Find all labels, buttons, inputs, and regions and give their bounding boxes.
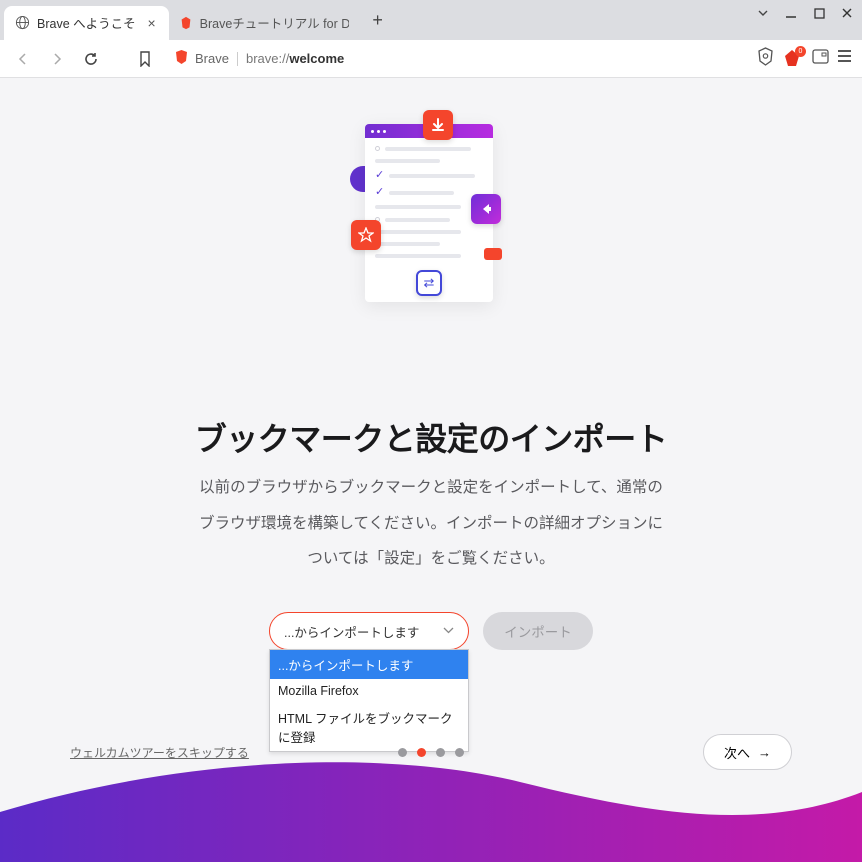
window-controls [754,4,856,22]
forward-button[interactable] [44,46,70,72]
select-value: ...からインポートします [284,622,419,641]
close-icon[interactable]: × [145,16,159,30]
addr-label: Brave [195,51,229,66]
new-tab-button[interactable]: + [365,7,391,33]
page-description: 以前のブラウザからブックマークと設定をインポートして、通常のブラウザ環境を構築し… [196,470,666,577]
brave-rewards-icon[interactable]: 0 [782,48,804,70]
globe-icon [14,15,30,31]
page-heading: ブックマークと設定のインポート [0,414,862,460]
dropdown-option[interactable]: ...からインポートします [270,650,468,679]
download-icon [423,110,453,140]
tab-title: Brave へようこそ [37,13,136,32]
reader-icon[interactable] [812,49,829,69]
shield-outline-icon[interactable] [757,47,774,71]
dropdown-option[interactable]: Mozilla Firefox [270,679,468,703]
chevron-down-icon [443,625,454,637]
bookmark-button[interactable] [132,46,158,72]
maximize-icon[interactable] [810,4,828,22]
close-window-icon[interactable] [838,4,856,22]
page-content: ✓ ✓ ⇄ ブックマークと設定のインポート 以前のブラウザからブックマークと設定… [0,78,862,862]
badge-count: 0 [795,46,806,57]
minimize-icon[interactable] [782,4,800,22]
tab-title: Braveチュートリアル for Desktop [200,13,349,32]
star-icon [351,220,381,250]
arrow-left-icon [471,194,501,224]
reload-button[interactable] [78,46,104,72]
address-bar[interactable]: Brave brave://welcome [166,45,749,73]
brave-icon [179,15,193,31]
swap-icon: ⇄ [416,270,442,296]
chevron-down-icon[interactable] [754,4,772,22]
titlebar: Brave へようこそ × Braveチュートリアル for Desktop + [0,0,862,40]
menu-icon[interactable] [837,49,852,68]
illustration: ✓ ✓ ⇄ [341,110,521,300]
toolbar: Brave brave://welcome 0 [0,40,862,78]
import-source-select[interactable]: ...からインポートします ...からインポートします Mozilla Fire… [269,612,469,650]
decorative-wave [0,722,862,862]
addr-url: brave://welcome [246,51,344,66]
shield-icon [174,49,189,68]
tab-tutorial[interactable]: Braveチュートリアル for Desktop [169,6,359,40]
import-button: インポート [483,612,593,650]
back-button[interactable] [10,46,36,72]
tab-welcome[interactable]: Brave へようこそ × [4,6,169,40]
